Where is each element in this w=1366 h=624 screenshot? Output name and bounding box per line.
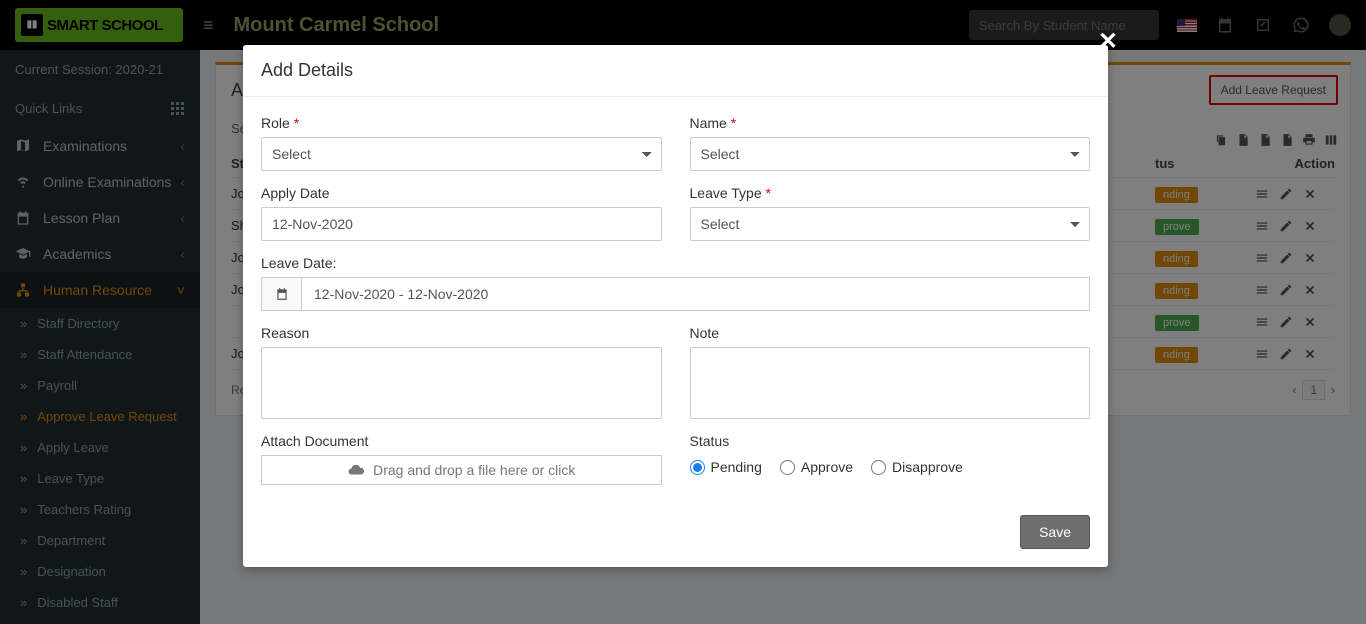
status-label: Status bbox=[690, 433, 1091, 449]
modal-footer: Save bbox=[243, 503, 1108, 567]
calendar-addon-icon[interactable] bbox=[261, 277, 301, 311]
modal-body: Role * Select Name * Select Apply Date L… bbox=[243, 97, 1108, 503]
dropzone-text: Drag and drop a file here or click bbox=[373, 462, 575, 478]
status-approve-option[interactable]: Approve bbox=[780, 459, 853, 475]
leave-date-group: Leave Date: bbox=[261, 255, 1090, 311]
leave-date-input[interactable] bbox=[301, 277, 1090, 311]
leave-date-label: Leave Date: bbox=[261, 255, 1090, 271]
leave-type-select[interactable]: Select bbox=[690, 207, 1091, 241]
cloud-upload-icon bbox=[347, 461, 365, 479]
file-dropzone[interactable]: Drag and drop a file here or click bbox=[261, 455, 662, 485]
role-group: Role * Select bbox=[261, 115, 662, 171]
modal-close-icon[interactable]: ✕ bbox=[1098, 27, 1118, 56]
reason-textarea[interactable] bbox=[261, 347, 662, 419]
apply-date-input[interactable] bbox=[261, 207, 662, 241]
name-label: Name * bbox=[690, 115, 1091, 131]
role-select[interactable]: Select bbox=[261, 137, 662, 171]
note-label: Note bbox=[690, 325, 1091, 341]
status-approve-radio[interactable] bbox=[780, 460, 795, 475]
modal-header: Add Details bbox=[243, 45, 1108, 97]
modal-title: Add Details bbox=[261, 60, 1090, 81]
status-group: Status Pending Approve Disapprove bbox=[690, 433, 1091, 485]
save-button[interactable]: Save bbox=[1020, 515, 1090, 549]
status-disapprove-option[interactable]: Disapprove bbox=[871, 459, 963, 475]
leave-type-group: Leave Type * Select bbox=[690, 185, 1091, 241]
status-pending-option[interactable]: Pending bbox=[690, 459, 762, 475]
attach-label: Attach Document bbox=[261, 433, 662, 449]
name-group: Name * Select bbox=[690, 115, 1091, 171]
note-group: Note bbox=[690, 325, 1091, 419]
apply-date-label: Apply Date bbox=[261, 185, 662, 201]
name-select[interactable]: Select bbox=[690, 137, 1091, 171]
status-disapprove-radio[interactable] bbox=[871, 460, 886, 475]
reason-label: Reason bbox=[261, 325, 662, 341]
leave-type-label: Leave Type * bbox=[690, 185, 1091, 201]
attach-group: Attach Document Drag and drop a file her… bbox=[261, 433, 662, 485]
status-radio-row: Pending Approve Disapprove bbox=[690, 459, 1091, 475]
add-details-modal: ✕ Add Details Role * Select Name * Selec… bbox=[243, 45, 1108, 567]
note-textarea[interactable] bbox=[690, 347, 1091, 419]
reason-group: Reason bbox=[261, 325, 662, 419]
apply-date-group: Apply Date bbox=[261, 185, 662, 241]
status-pending-radio[interactable] bbox=[690, 460, 705, 475]
role-label: Role * bbox=[261, 115, 662, 131]
